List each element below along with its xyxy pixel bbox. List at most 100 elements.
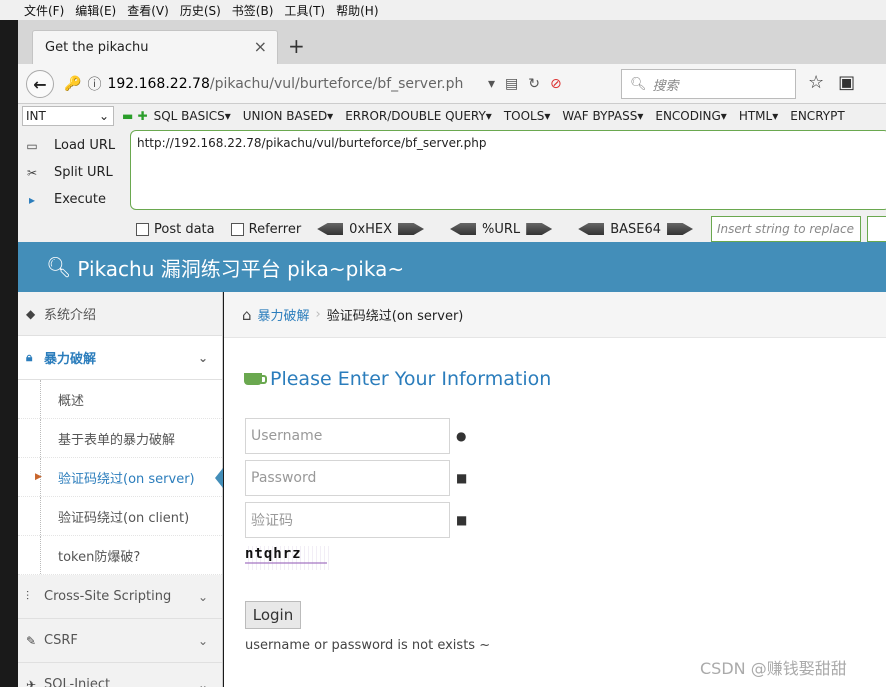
execute-button[interactable]: ▸ Execute <box>24 186 134 213</box>
password-row: Password ■ <box>245 460 467 496</box>
sidebar-item-brute-force[interactable]: 🔒︎ 暴力破解 ⌄ <box>18 336 222 380</box>
captcha-text: ntqhrz <box>245 546 302 562</box>
captcha-input[interactable]: 验证码 <box>245 502 450 538</box>
toggle-icons[interactable]: ▬ ✚ <box>122 109 148 123</box>
sidebar-item-label: Cross-Site Scripting <box>44 589 172 604</box>
replace-with-input[interactable] <box>867 216 886 242</box>
search-placeholder: 搜索 <box>652 78 679 94</box>
url-host: 192.168.22.78 <box>107 76 210 92</box>
form-title: Please Enter Your Information <box>270 368 552 390</box>
menu-encrypt[interactable]: ENCRYPT <box>790 109 844 123</box>
main-content: ⌂ 暴力破解 › 验证码绕过(on server) Please Enter Y… <box>224 292 886 687</box>
arrow-left-icon[interactable] <box>578 223 605 235</box>
referrer-checkbox[interactable]: Referrer <box>230 221 302 237</box>
menu-view[interactable]: 查看(V) <box>127 2 169 19</box>
url-textarea[interactable]: http://192.168.22.78/pikachu/vul/burtefo… <box>130 130 886 210</box>
hex-encoder[interactable]: 0xHEX <box>317 222 425 237</box>
checkbox-box <box>230 222 244 236</box>
menu-tools[interactable]: 工具(T) <box>284 2 325 19</box>
url-encoder[interactable]: %URL <box>450 221 553 237</box>
home-icon[interactable]: ⌂ <box>242 306 252 324</box>
search-input[interactable]: 🔍︎ 搜索 <box>621 69 796 99</box>
lock-icon: 🔒︎ <box>26 350 33 364</box>
captcha-noise <box>245 562 327 564</box>
password-input[interactable]: Password <box>245 460 450 496</box>
info-icon[interactable]: ⓘ <box>87 74 101 94</box>
captcha-image[interactable]: ntqhrz <box>245 546 331 570</box>
nav-right-icons: ☆ ▣ <box>808 72 855 93</box>
menu-html[interactable]: HTML▾ <box>739 109 778 123</box>
tab-strip: Get the pikachu × + <box>18 20 886 64</box>
key-icon: 🔍︎ <box>46 255 72 279</box>
reader-icon[interactable]: ▤ <box>505 76 518 92</box>
form-heading: Please Enter Your Information <box>244 368 551 390</box>
watermark: CSDN @赚钱娶甜甜 <box>700 659 847 678</box>
sidebar-item-label: 系统介绍 <box>44 308 97 323</box>
menu-bar: 文件(F) 编辑(E) 查看(V) 历史(S) 书签(B) 工具(T) 帮助(H… <box>0 0 886 20</box>
page-header: 🔍︎ Pikachu 漏洞练习平台 pika~pika~ <box>18 242 886 292</box>
block-icon[interactable]: ⊘ <box>550 76 562 92</box>
post-data-checkbox[interactable]: Post data <box>136 222 215 237</box>
arrow-left-icon[interactable] <box>450 223 477 235</box>
close-icon[interactable]: × <box>254 37 267 56</box>
sidebar-sub-overview[interactable]: 概述 <box>18 380 222 419</box>
url-encode-label: %URL <box>482 221 521 237</box>
menu-history[interactable]: 历史(S) <box>180 2 221 19</box>
breadcrumb-link[interactable]: 暴力破解 <box>258 305 310 324</box>
menu-help[interactable]: 帮助(H) <box>336 2 378 19</box>
execute-label: Execute <box>54 192 106 207</box>
sidebar-sub-label: 验证码绕过(on server) <box>58 471 195 487</box>
menu-file[interactable]: 文件(F) <box>24 2 64 19</box>
split-url-button[interactable]: ✂ Split URL <box>24 159 134 186</box>
star-icon[interactable]: ☆ <box>808 72 824 93</box>
menu-encoding[interactable]: ENCODING▾ <box>655 109 726 123</box>
sidebar-item-sqli[interactable]: ✈ SQL-Inject ⌄ <box>18 663 222 687</box>
reload-icon[interactable]: ↻ <box>528 76 540 92</box>
search-icon: 🔍︎ <box>630 76 647 92</box>
menu-sql-basics[interactable]: SQL BASICS▾ <box>154 109 231 123</box>
menu-bookmarks[interactable]: 书签(B) <box>232 2 274 19</box>
username-row: Username ● <box>245 418 466 454</box>
new-tab-icon[interactable]: + <box>288 34 305 58</box>
type-select[interactable]: INT ⌄ <box>22 106 114 126</box>
arrow-right-icon[interactable] <box>667 223 694 235</box>
menu-union-based[interactable]: UNION BASED▾ <box>243 109 333 123</box>
arrow-left-icon[interactable] <box>317 223 344 235</box>
sidebar-sub-captcha-server[interactable]: ▶ 验证码绕过(on server) <box>18 458 223 497</box>
sidebar-sub-token[interactable]: token防爆破? <box>18 536 222 575</box>
site-title[interactable]: Pikachu 漏洞练习平台 pika~pika~ <box>77 253 404 282</box>
dropdown-icon[interactable]: ▾ <box>488 76 495 92</box>
sidebar: ◆ 系统介绍 🔒︎ 暴力破解 ⌄ 概述 基于表单的暴力破解 ▶ 验证码绕过(on… <box>18 292 223 687</box>
username-input[interactable]: Username <box>245 418 450 454</box>
arrow-right-icon[interactable] <box>398 223 425 235</box>
sidebar-item-intro[interactable]: ◆ 系统介绍 <box>18 292 222 336</box>
plane-icon: ✈ <box>26 677 37 687</box>
menu-waf-bypass[interactable]: WAF BYPASS▾ <box>562 109 643 123</box>
login-button[interactable]: Login <box>245 601 301 629</box>
menu-tools[interactable]: TOOLS▾ <box>504 109 551 123</box>
arrow-right-icon[interactable] <box>526 223 553 235</box>
back-arrow-icon[interactable]: ← <box>26 70 54 98</box>
sidebar-sub-captcha-client[interactable]: 验证码绕过(on client) <box>18 497 222 536</box>
sidebar-sub-form-brute[interactable]: 基于表单的暴力破解 <box>18 419 222 458</box>
sidebar-item-csrf[interactable]: ✎ CSRF ⌄ <box>18 619 222 663</box>
menu-edit[interactable]: 编辑(E) <box>75 2 116 19</box>
hackbar-toolbar: INT ⌄ ▬ ✚ SQL BASICS▾ UNION BASED▾ ERROR… <box>18 104 886 128</box>
replace-input[interactable]: Insert string to replace <box>711 216 862 242</box>
referrer-label: Referrer <box>248 221 302 237</box>
hackbar-options: Post data Referrer 0xHEX %URL BASE64 Ins… <box>136 216 886 242</box>
key-icon: 🔑 <box>64 76 82 92</box>
hackbar-panel: INT ⌄ ▬ ✚ SQL BASICS▾ UNION BASED▾ ERROR… <box>18 104 886 242</box>
menu-error-query[interactable]: ERROR/DOUBLE QUERY▾ <box>345 109 492 123</box>
tab-pikachu[interactable]: Get the pikachu × <box>32 30 278 64</box>
chevron-down-icon: ⌄ <box>197 589 208 604</box>
breadcrumb-separator: › <box>315 307 321 322</box>
checkbox-box <box>136 222 149 236</box>
error-message: username or password is not exists ~ <box>245 638 491 653</box>
browser-window: 文件(F) 编辑(E) 查看(V) 历史(S) 书签(B) 工具(T) 帮助(H… <box>0 0 886 687</box>
edit-icon: ✎ <box>26 633 37 648</box>
load-url-button[interactable]: ▭ Load URL <box>24 132 134 159</box>
clipboard-icon[interactable]: ▣ <box>838 72 855 93</box>
base64-encoder[interactable]: BASE64 <box>578 222 694 237</box>
sidebar-item-xss[interactable]: ⫶ Cross-Site Scripting ⌄ <box>18 575 222 619</box>
